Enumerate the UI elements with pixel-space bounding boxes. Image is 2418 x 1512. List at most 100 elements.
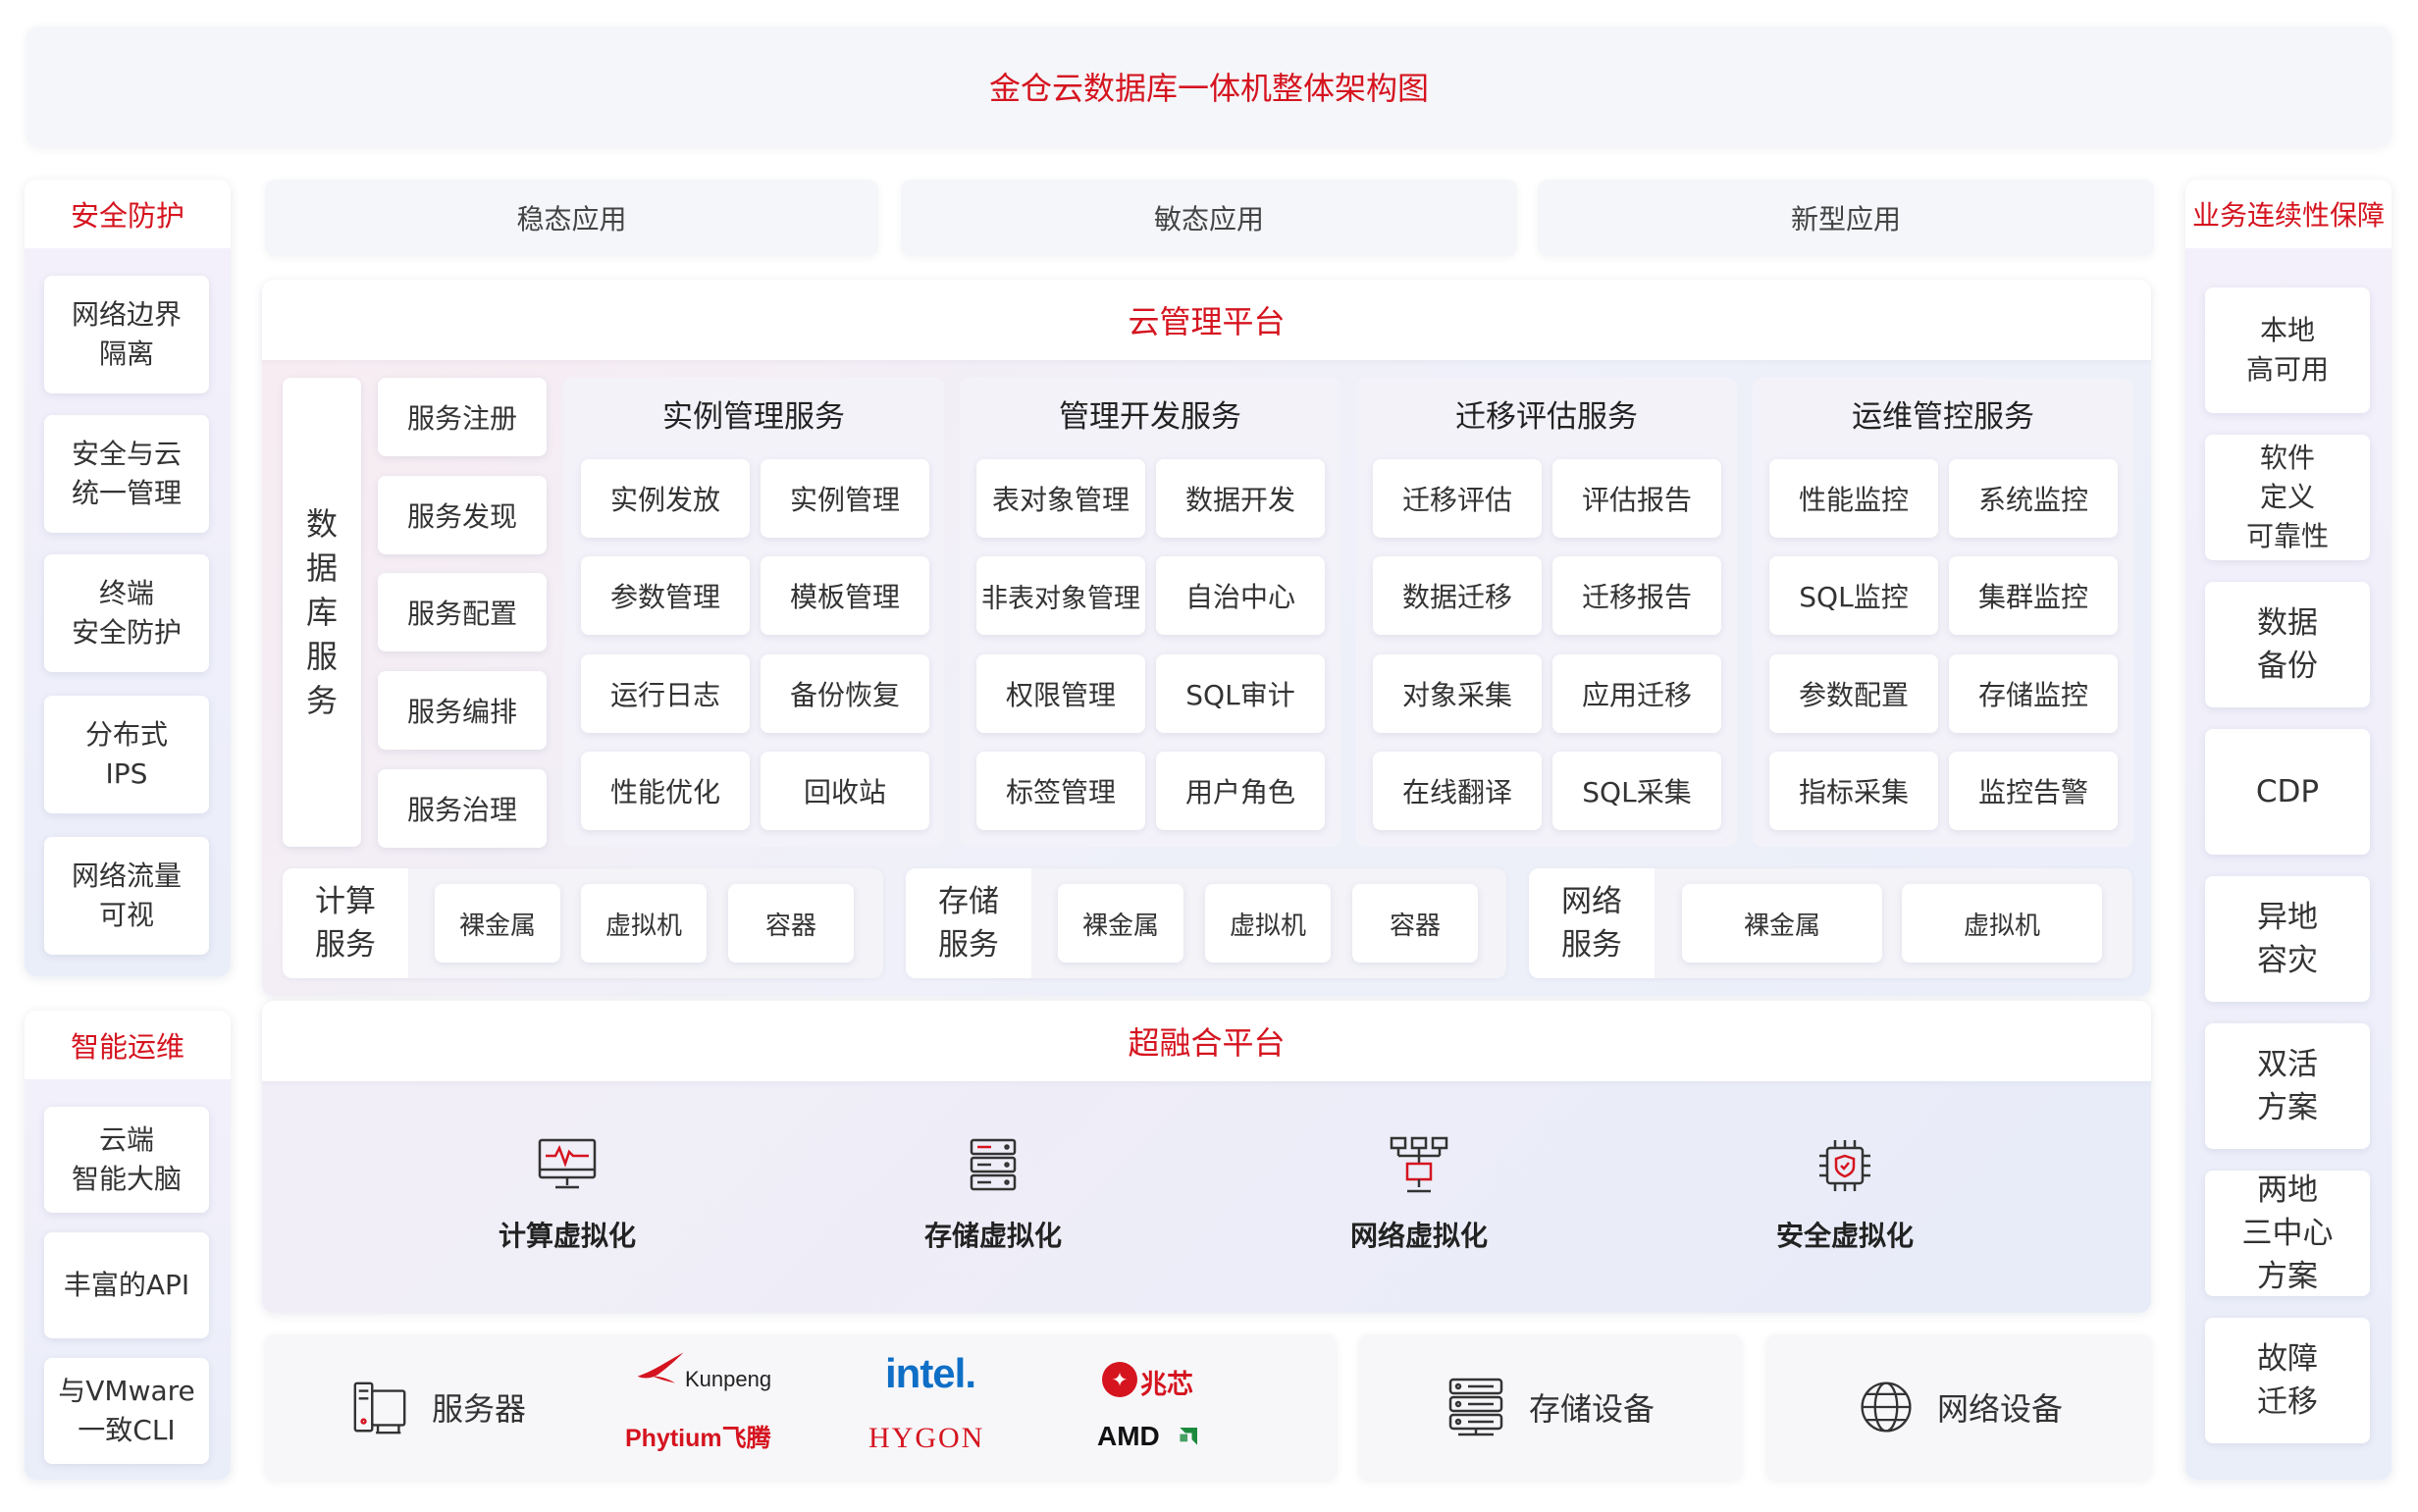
compute-service-label: 计算 服务 <box>283 868 408 978</box>
db-service-discovery: 服务发现 <box>378 476 547 554</box>
compute-virtualization: 计算虚拟化 <box>440 1117 695 1274</box>
compute-baremetal: 裸金属 <box>435 884 560 963</box>
group-cell: 数据迁移 <box>1373 556 1542 635</box>
security-virtualization: 安全虚拟化 <box>1717 1117 1972 1274</box>
kunpeng-brand: Kunpeng <box>685 1367 772 1391</box>
network-vm: 虚拟机 <box>1902 884 2102 963</box>
security-panel: 安全防护 网络边界 隔离 安全与云 统一管理 终端 安全防护 分布式 IPS 网络流量可… <box>25 180 231 976</box>
storage-vm: 虚拟机 <box>1205 884 1331 963</box>
kunpeng-logo-icon <box>637 1352 684 1383</box>
security-item-ips: 分布式 IPS <box>44 696 209 813</box>
security-item-cloud-management: 安全与云 统一管理 <box>44 415 209 533</box>
group-cell: 自治中心 <box>1156 556 1325 635</box>
group-cell: 备份恢复 <box>761 654 929 733</box>
network-service-label: 网络 服务 <box>1529 868 1655 978</box>
virt-label: 计算虚拟化 <box>498 1220 636 1252</box>
group-cell: 系统监控 <box>1949 459 2118 538</box>
continuity-item-failover: 故障 迁移 <box>2205 1318 2370 1443</box>
group-title: 运维管控服务 <box>1852 398 2034 435</box>
storage-device-icon <box>1448 1378 1503 1436</box>
group-cell: 在线翻译 <box>1373 752 1542 830</box>
continuity-item-backup: 数据 备份 <box>2205 582 2370 707</box>
globe-icon <box>1861 1382 1912 1433</box>
group-cell: 表对象管理 <box>976 459 1145 538</box>
db-service-governance: 服务治理 <box>378 769 547 848</box>
network-device-label: 网络设备 <box>1937 1390 2064 1428</box>
virt-label: 网络虚拟化 <box>1349 1220 1488 1252</box>
group-cell: 参数配置 <box>1769 654 1938 733</box>
security-item-network-boundary: 网络边界 隔离 <box>44 276 209 393</box>
server-label: 服务器 <box>432 1390 527 1428</box>
phytium-brand: Phytium飞腾 <box>625 1425 771 1452</box>
group-cell: 存储监控 <box>1949 654 2118 733</box>
storage-baremetal: 裸金属 <box>1058 884 1183 963</box>
hyper-platform-title: 超融合平台 <box>262 1001 2151 1081</box>
hygon-brand: HYGON <box>868 1422 985 1454</box>
group-cell: 迁移报告 <box>1552 556 1721 635</box>
storage-device-label: 存储设备 <box>1529 1390 1656 1428</box>
storage-stack-icon <box>970 1138 1017 1191</box>
ops-item-cloud-brain: 云端 智能大脑 <box>44 1107 209 1213</box>
server-icon <box>353 1382 406 1434</box>
compute-vm: 虚拟机 <box>581 884 707 963</box>
ops-item-api: 丰富的API <box>44 1232 209 1338</box>
monitor-pulse-icon <box>538 1138 597 1189</box>
db-service-register: 服务注册 <box>378 378 547 456</box>
continuity-item-dr: 异地 容灾 <box>2205 876 2370 1002</box>
network-topology-icon <box>1390 1136 1448 1193</box>
group-cell: 实例发放 <box>581 459 750 538</box>
ops-item-cli: 与VMware 一致CLI <box>44 1358 209 1464</box>
continuity-panel: 业务连续性保障 本地 高可用 软件 定义 可靠性 数据 备份 CDP 异地 容灾 双活 方案… <box>2185 180 2392 1480</box>
storage-container: 容器 <box>1352 884 1478 963</box>
security-item-terminal: 终端 安全防护 <box>44 554 209 672</box>
group-cell: 标签管理 <box>976 752 1145 830</box>
group-cell: 实例管理 <box>761 459 929 538</box>
security-item-traffic: 网络流量 可视 <box>44 837 209 955</box>
continuity-item-local-ha: 本地 高可用 <box>2205 287 2370 413</box>
db-service-label: 数 据 库 服 务 <box>283 378 361 847</box>
continuity-item-three-centers: 两地 三中心 方案 <box>2205 1171 2370 1296</box>
group-cell: 指标采集 <box>1769 752 1938 830</box>
security-panel-title: 安全防护 <box>25 180 231 248</box>
group-cell: 权限管理 <box>976 654 1145 733</box>
group-cell: 参数管理 <box>581 556 750 635</box>
group-cell: 对象采集 <box>1373 654 1542 733</box>
compute-container: 容器 <box>728 884 854 963</box>
group-title: 迁移评估服务 <box>1455 398 1638 435</box>
storage-virtualization: 存储虚拟化 <box>866 1117 1121 1274</box>
group-cell: 回收站 <box>761 752 929 830</box>
db-service-config: 服务配置 <box>378 573 547 652</box>
group-cell: 非表对象管理 <box>976 556 1145 635</box>
group-cell: 性能监控 <box>1769 459 1938 538</box>
amd-arrow-icon <box>1180 1428 1197 1445</box>
diagram-title: 金仓云数据库一体机整体架构图 <box>26 26 2392 146</box>
group-cell: SQL采集 <box>1552 752 1721 830</box>
group-cell: 应用迁移 <box>1552 654 1721 733</box>
group-cell: 运行日志 <box>581 654 750 733</box>
storage-service-label: 存储 服务 <box>906 868 1031 978</box>
amd-brand: AMD <box>1097 1421 1160 1451</box>
intel-brand: intel. <box>885 1350 976 1396</box>
network-baremetal: 裸金属 <box>1682 884 1882 963</box>
group-cell: 监控告警 <box>1949 752 2118 830</box>
group-title: 管理开发服务 <box>1059 398 1241 435</box>
security-chip-icon <box>1819 1140 1870 1191</box>
group-cell: 评估报告 <box>1552 459 1721 538</box>
group-cell: 用户角色 <box>1156 752 1325 830</box>
app-agile: 敏态应用 <box>901 180 1517 256</box>
continuity-panel-title: 业务连续性保障 <box>2185 180 2392 248</box>
group-cell: 迁移评估 <box>1373 459 1542 538</box>
cloud-platform-title: 云管理平台 <box>262 280 2151 360</box>
group-cell: 性能优化 <box>581 752 750 830</box>
ops-panel: 智能运维 云端 智能大脑 丰富的API 与VMware 一致CLI <box>25 1011 231 1480</box>
continuity-item-sds: 软件 定义 可靠性 <box>2205 435 2370 560</box>
group-cell: SQL审计 <box>1156 654 1325 733</box>
group-title: 实例管理服务 <box>662 398 845 435</box>
network-virtualization: 网络虚拟化 <box>1291 1117 1547 1274</box>
zhaoxin-logo-icon: ✦ <box>1102 1362 1137 1397</box>
group-cell: 数据开发 <box>1156 459 1325 538</box>
db-service-orchestration: 服务编排 <box>378 671 547 750</box>
app-new: 新型应用 <box>1538 180 2154 256</box>
continuity-item-active-active: 双活 方案 <box>2205 1023 2370 1149</box>
group-cell: 集群监控 <box>1949 556 2118 635</box>
